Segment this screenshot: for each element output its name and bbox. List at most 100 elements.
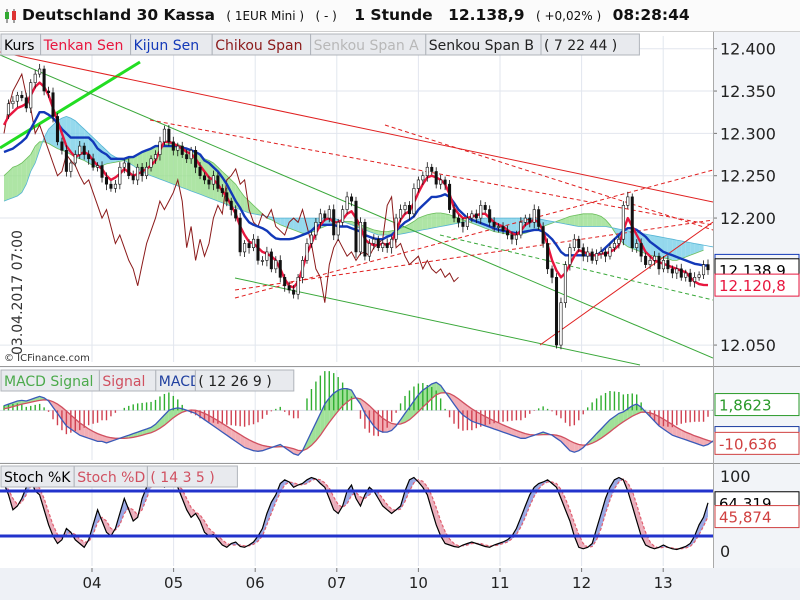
candle-body xyxy=(189,150,193,160)
candle-body xyxy=(60,141,64,151)
candle-body xyxy=(412,188,416,215)
cloud-segment xyxy=(422,214,428,230)
candle-body xyxy=(238,217,242,253)
candle-body xyxy=(590,251,594,261)
candle-body xyxy=(452,209,456,219)
cloud-segment xyxy=(574,214,579,227)
candle-body xyxy=(577,238,581,248)
candle-body xyxy=(73,154,77,164)
candle-body xyxy=(305,243,309,261)
candle-body xyxy=(599,251,603,254)
candle-body xyxy=(153,154,158,160)
candle-body xyxy=(612,243,616,248)
candle-body xyxy=(439,179,443,185)
candle-body xyxy=(639,243,643,257)
candle-body xyxy=(109,183,113,189)
macd-badge-text: -10,636 xyxy=(719,435,777,453)
candle-body xyxy=(546,243,550,270)
candle-body xyxy=(407,205,411,215)
cloud-segment xyxy=(685,241,691,258)
cloud-segment xyxy=(592,213,597,227)
candle-body xyxy=(688,272,692,282)
candle-body xyxy=(572,238,576,248)
chart-window: Deutschland 30 Kassa ( 1EUR Mini ) ( - )… xyxy=(0,0,800,600)
candle-body xyxy=(345,196,349,210)
candle-body xyxy=(541,226,545,244)
candle-body xyxy=(653,255,657,261)
candle-body xyxy=(167,128,171,143)
candle-body xyxy=(104,177,108,185)
candle-body xyxy=(505,230,510,236)
candle-body xyxy=(559,302,563,346)
candle-body xyxy=(323,213,327,219)
candle-body xyxy=(96,165,100,168)
candle-body xyxy=(568,247,572,265)
stoch-tick-label: 100 xyxy=(720,467,751,486)
candle-body xyxy=(350,196,354,202)
candle-body xyxy=(479,205,483,219)
price-legend-label: Tenkan Sen xyxy=(43,38,124,54)
candle-body xyxy=(42,68,46,92)
candle-body xyxy=(274,260,278,270)
candle-body xyxy=(314,221,318,236)
candle-body xyxy=(336,221,340,236)
price-legend-label: Kurs xyxy=(4,38,34,54)
candle-body xyxy=(318,213,322,223)
candle-body xyxy=(100,165,104,178)
candle-body xyxy=(225,192,229,202)
candle-body xyxy=(390,238,394,248)
candle-body xyxy=(550,268,554,278)
candle-body xyxy=(702,264,706,276)
candle-body xyxy=(581,247,585,257)
cloud-segment xyxy=(658,236,664,258)
candle-body xyxy=(510,234,514,240)
candle-body xyxy=(425,166,429,177)
cloud-segment xyxy=(427,213,432,230)
candle-body xyxy=(474,213,478,219)
cloud-segment xyxy=(578,213,584,227)
macd-badge-text: 1,8623 xyxy=(719,397,772,415)
interval-label: 1 Stunde xyxy=(354,6,433,24)
y-axis-area xyxy=(713,32,800,568)
candle-body xyxy=(47,90,51,94)
quote-time: 08:28:44 xyxy=(612,6,690,24)
price-tick-label: 12.050 xyxy=(720,336,776,355)
cloud-segment xyxy=(431,212,437,229)
candle-body xyxy=(38,68,42,75)
candle-body xyxy=(421,175,425,181)
candle-body xyxy=(448,183,452,210)
candle-body xyxy=(372,238,376,244)
candle-body xyxy=(55,116,59,143)
candle-body xyxy=(24,97,28,109)
x-tick-label: 07 xyxy=(327,574,346,592)
candle-body xyxy=(220,188,224,193)
candle-body xyxy=(492,221,496,227)
candle-body xyxy=(501,226,505,232)
stoch-tick-label: 0 xyxy=(720,542,730,561)
candle-body xyxy=(586,251,590,257)
candle-body xyxy=(260,260,264,262)
chart-canvas[interactable]: 04 05 06 07 10 11 12 13 12.400 12.350 12.300 12.250… xyxy=(0,32,800,600)
candle-body xyxy=(29,82,33,109)
candle-body xyxy=(523,217,527,223)
candle-body xyxy=(358,221,362,253)
candle-body xyxy=(87,154,91,160)
candle-body xyxy=(69,162,73,172)
candle-body xyxy=(630,196,634,248)
candle-body xyxy=(394,217,398,240)
candle-body xyxy=(456,217,460,223)
candle-body xyxy=(292,289,296,295)
cloud-segment xyxy=(583,213,588,227)
candle-body xyxy=(461,221,465,227)
candle-body xyxy=(399,209,403,219)
candle-body xyxy=(252,238,256,248)
candle-body xyxy=(256,238,260,261)
macd-legend-label: ( 12 26 9 ) xyxy=(198,374,271,390)
candle-body xyxy=(158,141,162,155)
stoch-legend-label: Stoch %D xyxy=(77,470,145,486)
last-price: 12.138,9 xyxy=(448,6,525,24)
candle-body xyxy=(661,260,665,270)
candle-body xyxy=(617,238,621,244)
cloud-segment xyxy=(569,215,575,226)
candle-body xyxy=(697,274,701,278)
